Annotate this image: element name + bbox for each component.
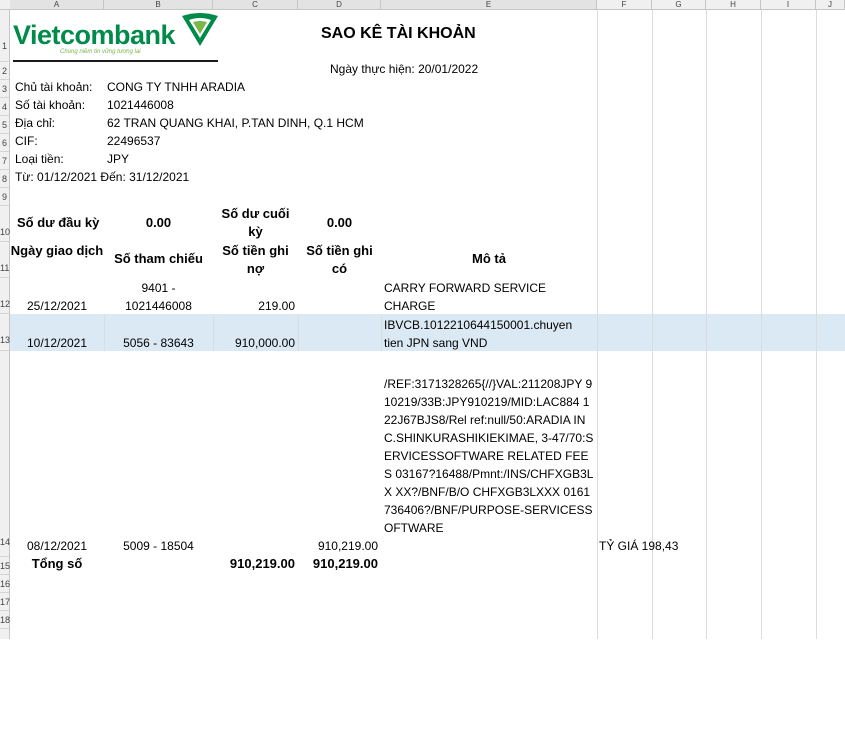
address-value: 62 TRAN QUANG KHAI, P.TAN DINH, Q.1 HCM <box>107 116 364 130</box>
row-exchange-rate-note: TỶ GIÁ 198,43 <box>599 539 679 553</box>
column-header-f[interactable]: F <box>597 0 652 9</box>
row-header[interactable]: 2 <box>0 62 9 80</box>
row-header[interactable]: 3 <box>0 80 9 98</box>
row-ref: 5056 - 83643 <box>123 336 194 350</box>
column-header-a[interactable]: A <box>10 0 104 9</box>
header-credit: Số tiền ghi có <box>306 243 373 276</box>
account-number-value: 1021446008 <box>107 98 174 112</box>
row-header[interactable]: 15 <box>0 557 10 575</box>
row-debit: 910,000.00 <box>234 336 295 350</box>
currency-value: JPY <box>107 152 130 166</box>
owner-value: CONG TY TNHH ARADIA <box>107 80 246 94</box>
account-number-label: Số tài khoản: <box>15 98 86 112</box>
gridline <box>298 314 299 351</box>
cif-value: 22496537 <box>107 134 161 148</box>
row-header[interactable]: 14 <box>0 351 10 557</box>
column-header-h[interactable]: H <box>706 0 761 9</box>
cif-label: CIF: <box>15 134 38 148</box>
header-date: Ngày giao dịch <box>10 243 104 258</box>
row-header[interactable]: 11 <box>0 242 9 278</box>
brand-name: Vietcombank <box>13 20 176 50</box>
gridline <box>381 314 382 351</box>
row-header[interactable]: 4 <box>0 98 9 116</box>
closing-balance-value: 0.00 <box>326 215 353 230</box>
row-date: 08/12/2021 <box>26 539 88 553</box>
opening-balance-value: 0.00 <box>145 215 172 230</box>
statement-title: SAO KÊ TÀI KHOẢN <box>321 25 476 42</box>
row-desc: /REF:3171328265{//}VAL:211208JPY 910219/… <box>384 377 594 535</box>
column-header-e[interactable]: E <box>381 0 597 9</box>
closing-balance-label: Số dư cuối kỳ <box>221 206 290 239</box>
column-header-j[interactable]: J <box>816 0 845 9</box>
row-date: 25/12/2021 <box>26 299 88 313</box>
opening-balance-label: Số dư đầu kỳ <box>17 215 100 230</box>
row-desc: IBVCB.1012210644150001.chuyen tien JPN s… <box>384 318 573 350</box>
row-ref: 5009 - 18504 <box>123 539 194 553</box>
column-header-g[interactable]: G <box>652 0 706 9</box>
gridline <box>816 10 817 639</box>
row-debit: 219.00 <box>258 299 295 313</box>
column-header-c[interactable]: C <box>213 0 298 9</box>
logo-underline <box>13 60 218 62</box>
row-ref: 9401 - 1021446008 <box>125 281 192 313</box>
total-label: Tổng số <box>31 556 83 571</box>
row-date: 10/12/2021 <box>26 336 88 350</box>
row-header[interactable]: 5 <box>0 116 9 134</box>
column-header-i[interactable]: I <box>761 0 816 9</box>
vietcombank-logo-icon <box>182 13 218 46</box>
row-desc: CARRY FORWARD SERVICE CHARGE <box>384 281 547 313</box>
total-debit: 910,219.00 <box>229 556 295 571</box>
row-header[interactable]: 7 <box>0 152 9 170</box>
gridline <box>597 10 598 639</box>
row-header[interactable]: 9 <box>0 188 9 206</box>
row-header[interactable]: 16 <box>0 575 10 593</box>
column-header-d[interactable]: D <box>298 0 381 9</box>
row-header[interactable]: 1 <box>0 10 9 62</box>
brand-tagline: Chung niềm tin vững tương lai <box>60 49 141 55</box>
total-credit: 910,219.00 <box>312 556 378 571</box>
row-header[interactable]: 10 <box>0 206 10 242</box>
column-header-b[interactable]: B <box>104 0 213 9</box>
row-header[interactable]: 17 <box>0 593 10 611</box>
address-label: Địa chỉ: <box>15 116 56 130</box>
header-debit: Số tiền ghi nợ <box>222 243 289 276</box>
period: Từ: 01/12/2021 Đến: 31/12/2021 <box>15 170 190 184</box>
row-header-bar: 1 2 3 4 5 6 7 8 9 10 11 12 13 14 15 16 1… <box>0 10 10 639</box>
row-credit: 910,219.00 <box>317 539 378 553</box>
gridline <box>706 10 707 639</box>
row-header[interactable]: 8 <box>0 170 9 188</box>
owner-label: Chủ tài khoản: <box>15 80 93 94</box>
header-desc: Mô tả <box>472 251 506 266</box>
header-ref: Số tham chiếu <box>114 251 203 266</box>
column-header-bar: A B C D E F G H I J <box>0 0 845 10</box>
currency-label: Loại tiền: <box>15 152 64 166</box>
execution-date: Ngày thực hiện: 20/01/2022 <box>330 62 479 76</box>
row-header[interactable]: 13 <box>0 314 10 351</box>
row-header[interactable]: 18 <box>0 611 10 629</box>
row-header[interactable]: 6 <box>0 134 9 152</box>
gridline <box>761 10 762 639</box>
row-header[interactable]: 12 <box>0 278 10 314</box>
